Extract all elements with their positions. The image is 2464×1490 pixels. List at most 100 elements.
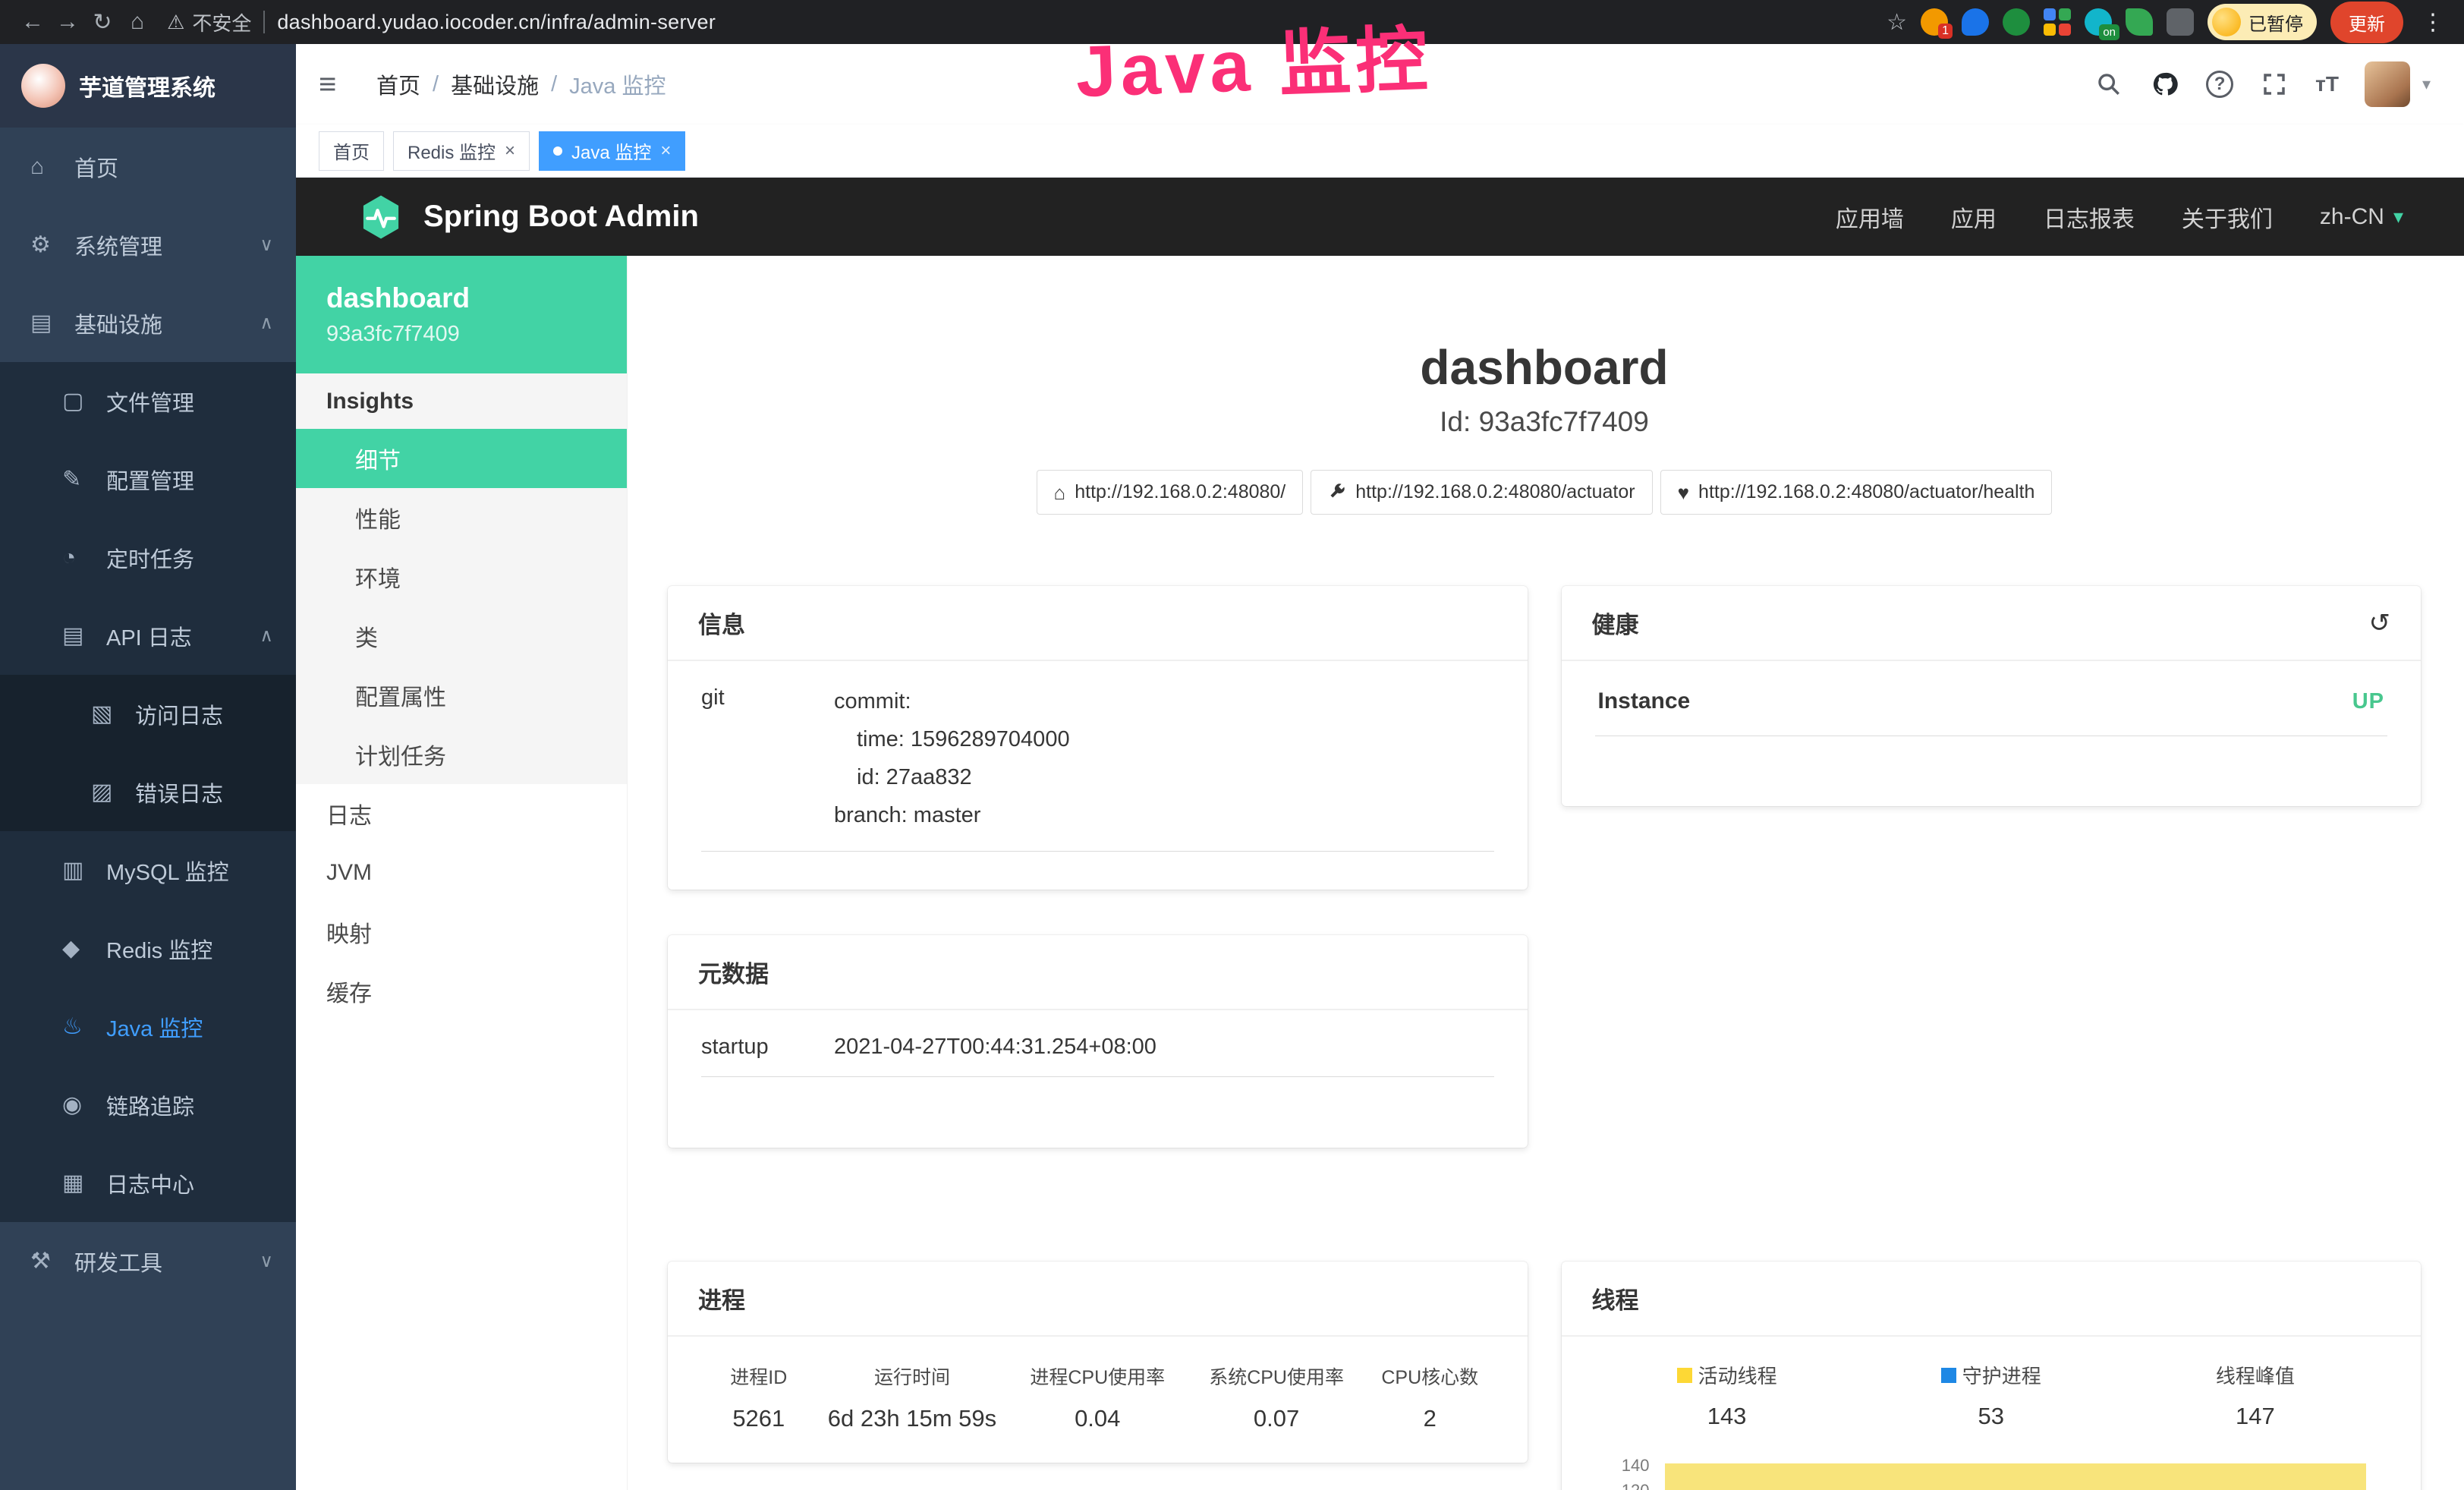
address-bar[interactable]: ⚠ 不安全 dashboard.yudao.iocoder.cn/infra/a…: [167, 8, 716, 36]
sidebar-item-api-logs[interactable]: ▤ API 日志 ∧: [0, 597, 296, 675]
sidebar-item-access-log[interactable]: ▧ 访问日志: [0, 675, 296, 753]
breadcrumb-separator: /: [433, 72, 439, 97]
sba-item-details[interactable]: 细节: [296, 429, 627, 488]
bookmark-star-icon[interactable]: ☆: [1887, 9, 1907, 36]
browser-menu-icon[interactable]: ⋮: [2417, 9, 2449, 36]
extension-icon-green[interactable]: [2003, 8, 2030, 36]
sidebar-item-infrastructure[interactable]: ▤ 基础设施 ∧: [0, 284, 296, 362]
sidebar-item-error-log[interactable]: ▨ 错误日志: [0, 753, 296, 831]
instance-header[interactable]: dashboard 93a3fc7f7409: [296, 256, 627, 373]
service-url-link[interactable]: ⌂ http://192.168.0.2:48080/: [1037, 470, 1304, 515]
sba-nav-journal[interactable]: 日志报表: [2044, 200, 2135, 234]
daemon-threads-value: 53: [1859, 1403, 2123, 1430]
extension-icon-leaf[interactable]: [2126, 8, 2153, 36]
actuator-url-link[interactable]: http://192.168.0.2:48080/actuator: [1311, 470, 1652, 515]
app-main: ≡ 首页 / 基础设施 / Java 监控 ?: [296, 44, 2464, 1490]
sba-item-caches[interactable]: 缓存: [296, 962, 627, 1021]
sidebar-item-dev-tools[interactable]: ⚒ 研发工具 ∨: [0, 1222, 296, 1300]
url-text[interactable]: dashboard.yudao.iocoder.cn/infra/admin-s…: [277, 11, 716, 34]
back-icon[interactable]: ←: [15, 5, 50, 39]
user-avatar[interactable]: [2365, 61, 2410, 107]
tab-java-monitor[interactable]: Java 监控 ×: [539, 131, 685, 171]
app-title: 芋道管理系统: [79, 69, 216, 102]
close-icon[interactable]: ×: [660, 142, 671, 160]
spring-boot-admin-logo-icon: [357, 193, 405, 241]
document-icon: ▨: [91, 779, 126, 805]
caret-down-icon: ▾: [2393, 205, 2403, 228]
sidebar-item-system-management[interactable]: ⚙ 系统管理 ∨: [0, 206, 296, 284]
sidebar-item-tracing[interactable]: ◉ 链路追踪: [0, 1066, 296, 1144]
github-icon[interactable]: [2150, 69, 2180, 99]
profile-paused-badge[interactable]: 已暂停: [2208, 4, 2317, 40]
sidebar-item-file-management[interactable]: ▢ 文件管理: [0, 362, 296, 440]
chrome-update-button[interactable]: 更新: [2330, 2, 2403, 43]
process-table: 进程ID 运行时间 进程CPU使用率 系统CPU使用率 CPU核心数 5261 …: [701, 1358, 1494, 1432]
sba-item-config-props[interactable]: 配置属性: [296, 666, 627, 725]
tab-home[interactable]: 首页: [319, 131, 384, 171]
health-url-link[interactable]: ♥ http://192.168.0.2:48080/actuator/heal…: [1660, 470, 2053, 515]
extension-icon-drop[interactable]: [1962, 8, 1989, 36]
profile-emoji-avatar: [2212, 8, 2241, 36]
forward-icon[interactable]: →: [50, 5, 85, 39]
threads-legend: 活动线程 守护进程 线程峰值 143 53 147: [1595, 1358, 2388, 1430]
extension-icon-orange[interactable]: 1: [1921, 8, 1948, 36]
extensions-puzzle-icon[interactable]: [2167, 8, 2194, 36]
sba-nav-about[interactable]: 关于我们: [2182, 200, 2273, 234]
health-card: 健康 ↺ Instance UP: [1562, 586, 2422, 806]
tags-view: 首页 Redis 监控 × Java 监控 ×: [296, 124, 2464, 178]
extension-icon-teal[interactable]: on: [2085, 8, 2112, 36]
search-icon[interactable]: [2094, 69, 2124, 99]
sba-item-jvm[interactable]: JVM: [296, 843, 627, 903]
sba-nav-applications[interactable]: 应用: [1951, 200, 1997, 234]
sidebar-item-redis-monitor[interactable]: ◆ Redis 监控: [0, 909, 296, 988]
health-instance-row[interactable]: Instance UP: [1595, 682, 2388, 736]
sba-item-classes[interactable]: 类: [296, 606, 627, 666]
gear-icon: ⚙: [30, 232, 65, 258]
sba-item-logs[interactable]: 日志: [296, 784, 627, 843]
git-time-line: time: 1596289704000: [857, 720, 1494, 758]
fullscreen-icon[interactable]: [2259, 69, 2289, 99]
close-icon[interactable]: ×: [505, 142, 515, 160]
sba-nav-wall[interactable]: 应用墙: [1836, 200, 1904, 234]
file-icon: ▢: [62, 388, 97, 414]
info-card: 信息 git commit: time: 1596289704000 id: 2…: [668, 586, 1528, 890]
locale-selector[interactable]: zh-CN ▾: [2320, 204, 2403, 230]
timer-icon: ◔: [62, 545, 97, 571]
page-subtitle: Id: 93a3fc7f7409: [668, 406, 2421, 438]
trace-icon: ◉: [62, 1092, 97, 1118]
breadcrumb-infrastructure[interactable]: 基础设施: [451, 68, 539, 100]
security-label[interactable]: 不安全: [192, 8, 251, 36]
active-dot: [553, 146, 562, 156]
sba-brand-title[interactable]: Spring Boot Admin: [423, 200, 699, 234]
font-size-icon[interactable]: тT: [2315, 72, 2339, 96]
sidebar-item-log-center[interactable]: ▦ 日志中心: [0, 1144, 296, 1222]
tab-redis-monitor[interactable]: Redis 监控 ×: [393, 131, 530, 171]
sidebar-item-scheduled-jobs[interactable]: ◔ 定时任务: [0, 518, 296, 597]
sba-item-mappings[interactable]: 映射: [296, 903, 627, 962]
refresh-icon[interactable]: ↻: [85, 5, 120, 39]
home-icon[interactable]: ⌂: [120, 5, 155, 39]
cpu-cores-value: 2: [1366, 1405, 1493, 1432]
sidebar-item-mysql-monitor[interactable]: ▥ MySQL 监控: [0, 831, 296, 909]
heart-icon: ♥: [1678, 483, 1689, 502]
annotation-java-monitor: Java 监控: [1074, 2, 1433, 118]
history-icon[interactable]: ↺: [2369, 610, 2391, 636]
sba-item-metrics[interactable]: 性能: [296, 488, 627, 547]
threads-chart: 140 120 100: [1595, 1456, 2388, 1490]
breadcrumb-home[interactable]: 首页: [376, 68, 420, 100]
threads-chart-y-axis: 140 120 100: [1595, 1456, 1656, 1490]
sidebar-item-config-management[interactable]: ✎ 配置管理: [0, 440, 296, 518]
startup-value: 2021-04-27T00:44:31.254+08:00: [834, 1032, 1494, 1060]
sba-item-scheduled-tasks[interactable]: 计划任务: [296, 725, 627, 784]
sidebar-item-java-monitor[interactable]: ♨ Java 监控: [0, 988, 296, 1066]
help-icon[interactable]: ?: [2206, 71, 2233, 98]
sba-item-environment[interactable]: 环境: [296, 547, 627, 606]
avatar-caret-icon[interactable]: ▾: [2422, 74, 2431, 94]
process-id-value: 5261: [701, 1405, 817, 1432]
hamburger-icon[interactable]: ≡: [319, 68, 360, 102]
sidebar-item-home[interactable]: ⌂ 首页: [0, 128, 296, 206]
extension-icon-grid[interactable]: [2044, 8, 2071, 36]
app-logo[interactable]: 芋道管理系统: [0, 44, 296, 128]
instance-name: dashboard: [326, 282, 596, 314]
home-icon: ⌂: [1054, 483, 1066, 502]
